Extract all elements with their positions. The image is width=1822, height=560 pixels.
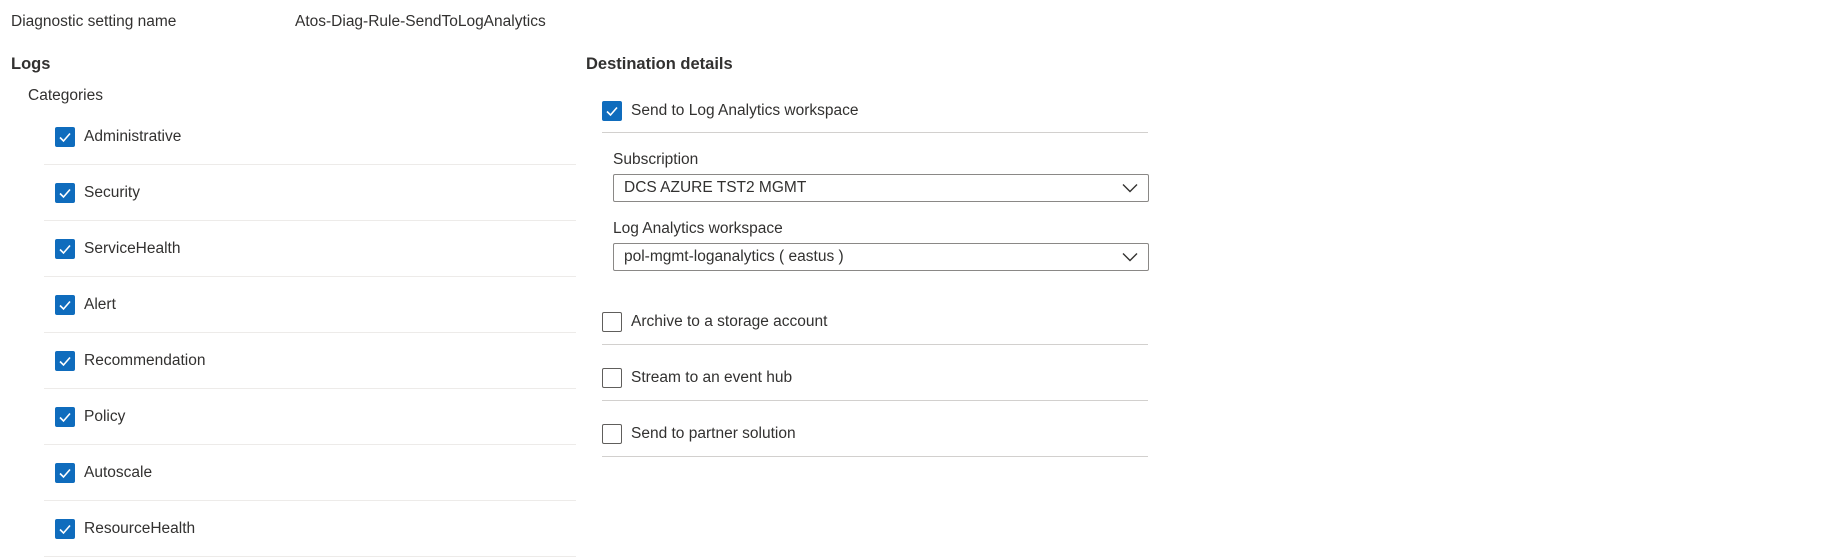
category-checkbox-policy[interactable] — [55, 406, 75, 427]
category-checkbox-resourcehealth[interactable] — [55, 518, 75, 539]
category-label: ResourceHealth — [84, 519, 196, 537]
category-checkbox-autoscale[interactable] — [55, 462, 75, 483]
checkmark-icon — [59, 412, 71, 422]
categories-label: Categories — [28, 87, 103, 104]
category-checkbox-administrative[interactable] — [55, 126, 75, 147]
checkmark-icon — [59, 244, 71, 254]
category-checkbox-servicehealth[interactable] — [55, 238, 75, 259]
archive-storage-label: Archive to a storage account — [631, 313, 828, 330]
subscription-label: Subscription — [613, 151, 699, 168]
category-label: Alert — [84, 295, 116, 313]
category-list: Administrative Security ServiceHealth Al… — [44, 109, 576, 557]
subscription-value: DCS AZURE TST2 MGMT — [624, 179, 807, 196]
archive-storage-row[interactable]: Archive to a storage account — [602, 300, 1148, 345]
checkmark-icon — [606, 106, 618, 117]
category-row-servicehealth[interactable]: ServiceHealth — [44, 221, 576, 277]
partner-solution-row[interactable]: Send to partner solution — [602, 412, 1148, 457]
log-analytics-workspace-dropdown[interactable]: pol-mgmt-loganalytics ( eastus ) — [613, 243, 1149, 271]
category-row-autoscale[interactable]: Autoscale — [44, 445, 576, 501]
category-label: Policy — [84, 407, 126, 425]
event-hub-label: Stream to an event hub — [631, 369, 793, 386]
partner-solution-checkbox[interactable] — [602, 424, 622, 444]
subscription-dropdown[interactable]: DCS AZURE TST2 MGMT — [613, 174, 1149, 202]
checkmark-icon — [59, 132, 71, 142]
checkmark-icon — [59, 188, 71, 198]
event-hub-row[interactable]: Stream to an event hub — [602, 356, 1148, 401]
category-row-alert[interactable]: Alert — [44, 277, 576, 333]
log-analytics-workspace-value: pol-mgmt-loganalytics ( eastus ) — [624, 248, 844, 265]
category-label: Security — [84, 183, 140, 201]
checkmark-icon — [59, 300, 71, 310]
log-analytics-workspace-label: Log Analytics workspace — [613, 220, 783, 237]
category-checkbox-security[interactable] — [55, 182, 75, 203]
send-to-log-analytics-row[interactable]: Send to Log Analytics workspace — [602, 90, 1148, 133]
category-row-administrative[interactable]: Administrative — [44, 109, 576, 165]
category-label: Autoscale — [84, 463, 153, 481]
chevron-down-icon — [1122, 252, 1138, 262]
diagnostic-setting-name-label: Diagnostic setting name — [11, 13, 177, 30]
category-label: ServiceHealth — [84, 239, 181, 257]
category-label: Administrative — [84, 127, 182, 145]
archive-storage-checkbox[interactable] — [602, 312, 622, 332]
category-row-recommendation[interactable]: Recommendation — [44, 333, 576, 389]
destination-details-title: Destination details — [586, 55, 733, 73]
event-hub-checkbox[interactable] — [602, 368, 622, 388]
send-to-log-analytics-checkbox[interactable] — [602, 101, 622, 121]
checkmark-icon — [59, 524, 71, 534]
diagnostic-setting-name-value: Atos-Diag-Rule-SendToLogAnalytics — [295, 13, 546, 30]
category-label: Recommendation — [84, 351, 206, 369]
logs-section-title: Logs — [11, 55, 51, 73]
category-row-policy[interactable]: Policy — [44, 389, 576, 445]
category-row-resourcehealth[interactable]: ResourceHealth — [44, 501, 576, 557]
category-checkbox-alert[interactable] — [55, 294, 75, 315]
send-to-log-analytics-label: Send to Log Analytics workspace — [631, 102, 859, 119]
category-row-security[interactable]: Security — [44, 165, 576, 221]
checkmark-icon — [59, 468, 71, 478]
checkmark-icon — [59, 356, 71, 366]
partner-solution-label: Send to partner solution — [631, 425, 796, 442]
category-checkbox-recommendation[interactable] — [55, 350, 75, 371]
chevron-down-icon — [1122, 183, 1138, 193]
